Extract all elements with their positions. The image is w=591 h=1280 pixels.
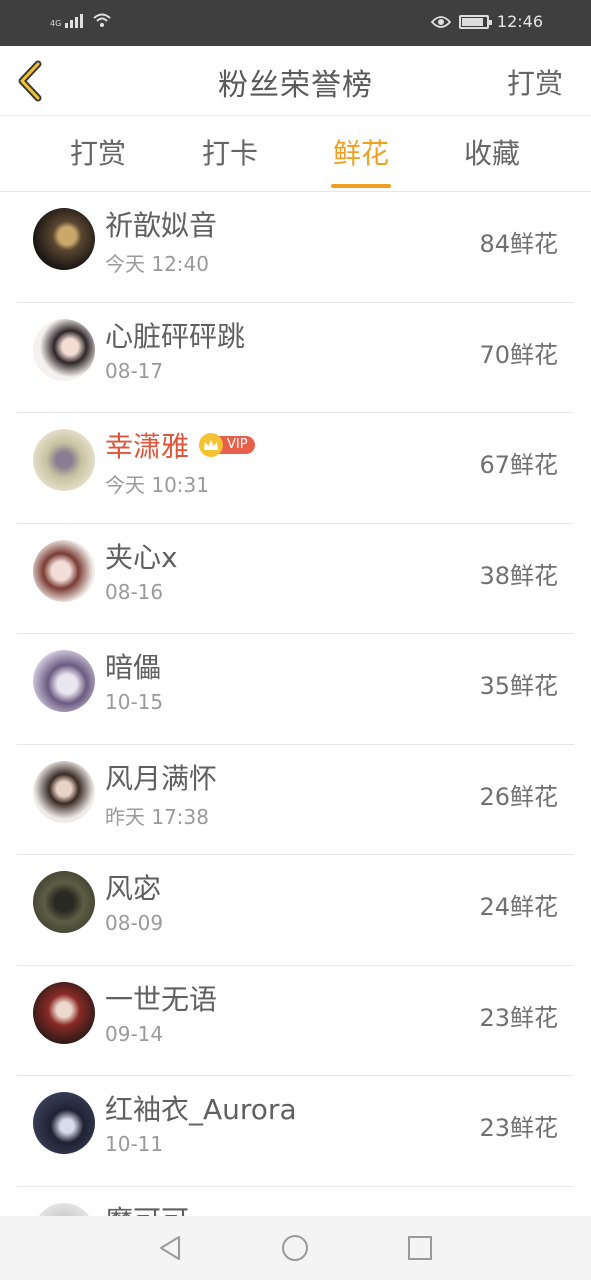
fan-name: 魔可可 [105,1199,189,1217]
avatar[interactable] [33,1092,95,1154]
list-item[interactable]: 幸潇雅 VIP 今天 10:31 67鲜花 [17,413,574,524]
status-right: 12:46 [430,12,543,31]
flower-count: 23鲜花 [479,1114,558,1142]
fan-name: 一世无语 [105,982,218,1016]
status-bar: 4G 12:46 [0,0,591,46]
fan-name: 暗儡 [105,651,162,684]
avatar[interactable] [33,1202,95,1216]
list-item[interactable]: 一世无语 09-14 23鲜花 [17,966,574,1076]
fan-time: 08-17 [105,358,164,383]
fan-name: 夹心x [105,540,178,574]
status-left: 4G [50,12,112,28]
fan-time: 09-14 [105,1021,164,1046]
flower-count: 35鲜花 [479,672,558,700]
fan-time: 08-16 [105,579,164,604]
list-item[interactable]: 心脏砰砰跳 08-17 70鲜花 [17,303,574,413]
avatar[interactable] [33,429,95,491]
tab-bar: 打赏 打卡 鲜花 收藏 [0,116,591,192]
avatar[interactable] [33,981,95,1044]
tab-label: 收藏 [463,137,520,170]
reward-button[interactable]: 打赏 [507,62,563,102]
flower-count: 38鲜花 [479,561,558,590]
fan-name: 风宓 [105,872,162,905]
tab-reward[interactable]: 打赏 [38,116,158,192]
flower-count: 67鲜花 [479,451,558,479]
fan-time: 昨天 17:38 [105,804,209,829]
flower-count: 70鲜花 [479,340,558,369]
fan-name: 心脏砰砰跳 [105,319,246,353]
list-item[interactable]: 魔可可 [17,1187,574,1217]
fan-name: 风月满怀 [105,761,218,795]
app-header: 粉丝荣誉榜 打赏 [0,46,591,116]
tab-checkin[interactable]: 打卡 [170,116,290,192]
network-type-label: 4G [50,19,62,28]
recents-square-icon[interactable] [404,1232,436,1264]
fan-list[interactable]: 祈歆姒音 今天 12:40 84鲜花 心脏砰砰跳 08-17 70鲜花 幸潇雅 … [0,192,591,1216]
flower-count: 24鲜花 [479,893,558,921]
list-item[interactable]: 暗儡 10-15 35鲜花 [17,634,574,745]
tab-label: 打赏 [69,137,126,170]
fan-time: 10-15 [105,690,164,714]
avatar[interactable] [33,539,95,602]
crown-icon [199,433,224,457]
avatar[interactable] [33,318,95,381]
fan-time: 08-09 [105,911,164,935]
flower-count: 84鲜花 [479,230,558,258]
tab-favorites[interactable]: 收藏 [432,116,552,192]
fan-time: 今天 12:40 [105,252,209,276]
avatar[interactable] [33,760,95,823]
avatar[interactable] [33,208,95,270]
list-item[interactable]: 风月满怀 昨天 17:38 26鲜花 [17,745,574,855]
vip-badge: VIP [199,433,255,457]
fan-name: 红袖衣_Aurora [105,1093,297,1126]
tab-flowers[interactable]: 鲜花 [301,116,421,192]
active-tab-indicator [331,184,391,188]
flower-count: 23鲜花 [479,1003,558,1032]
status-time: 12:46 [496,12,543,31]
wifi-icon [93,13,111,27]
fan-name: 祈歆姒音 [105,209,218,242]
fan-time: 10-11 [105,1132,164,1156]
list-item[interactable]: 红袖衣_Aurora 10-11 23鲜花 [17,1076,574,1187]
list-item[interactable]: 风宓 08-09 24鲜花 [17,855,574,966]
list-item[interactable]: 夹心x 08-16 38鲜花 [17,524,574,634]
tab-label: 鲜花 [332,137,389,170]
back-triangle-icon[interactable] [154,1232,186,1264]
fan-time: 今天 10:31 [105,473,209,497]
avatar[interactable] [33,871,95,933]
system-nav-bar [0,1216,591,1280]
avatar[interactable] [33,650,95,712]
eye-icon [430,15,451,28]
page-title: 粉丝荣誉榜 [218,68,373,103]
list-item[interactable]: 祈歆姒音 今天 12:40 84鲜花 [17,192,574,303]
signal-icon [65,12,84,28]
home-circle-icon[interactable] [279,1232,311,1264]
flower-count: 26鲜花 [479,782,558,811]
battery-icon [458,14,492,29]
tab-label: 打卡 [201,137,258,170]
fan-name: 幸潇雅 [105,430,190,463]
